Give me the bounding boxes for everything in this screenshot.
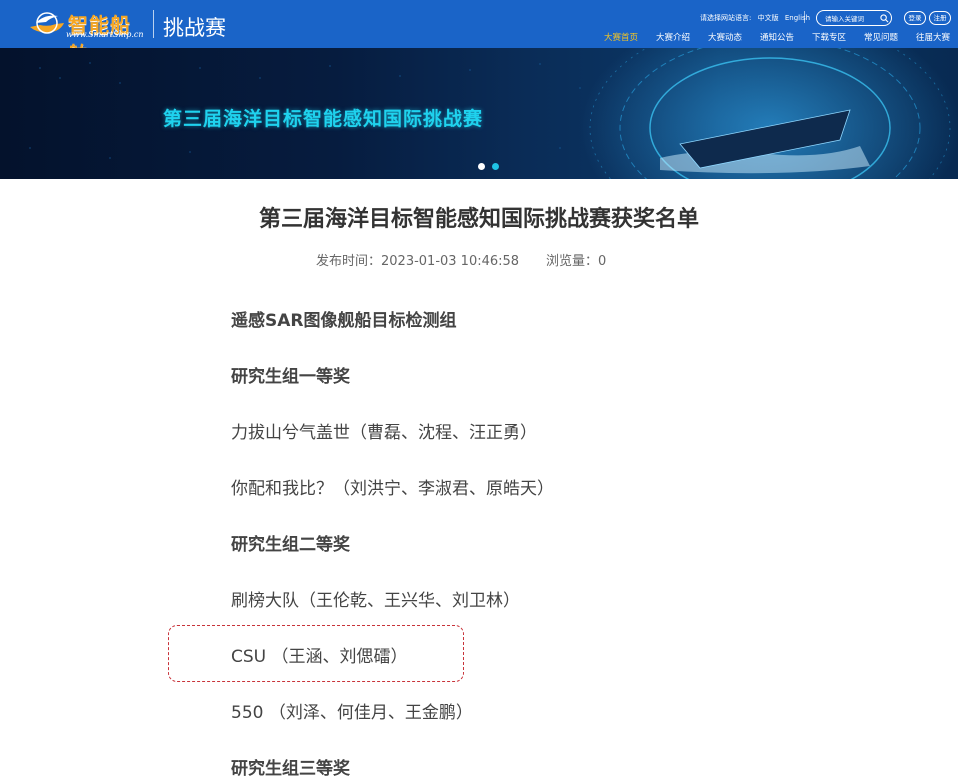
hero-banner[interactable]: 第三届海洋目标智能感知国际挑战赛 — [0, 48, 958, 179]
logo-divider — [153, 10, 154, 38]
winner-entry: 550 （刘泽、何佳月、王金鹏） — [231, 703, 473, 723]
highlight-annotation — [168, 625, 464, 682]
ship-logo-icon — [30, 12, 64, 34]
article-title: 第三届海洋目标智能感知国际挑战赛获奖名单 — [258, 207, 699, 232]
section-heading: 遥感SAR图像舰船目标检测组 — [231, 311, 457, 331]
nav-downloads[interactable]: 下载专区 — [812, 31, 846, 45]
register-button[interactable]: 注册 — [929, 11, 951, 25]
award-heading: 研究生组一等奖 — [231, 367, 350, 387]
search-box — [816, 10, 892, 26]
divider — [804, 11, 805, 23]
search-icon[interactable] — [880, 14, 889, 23]
view-count: 浏览量：0 — [546, 254, 607, 269]
nav-home[interactable]: 大赛首页 — [604, 31, 638, 45]
banner-title: 第三届海洋目标智能感知国际挑战赛 — [163, 108, 484, 130]
carousel-dot-1[interactable] — [478, 163, 485, 170]
login-button[interactable]: 登录 — [904, 11, 926, 25]
search-input[interactable] — [825, 13, 879, 24]
language-chinese-link[interactable]: 中文版 — [758, 14, 779, 22]
nav-notices[interactable]: 通知公告 — [760, 31, 794, 45]
site-name[interactable]: 挑战赛 — [163, 12, 226, 42]
winner-entry: 力拔山兮气盖世（曹磊、沈程、汪正勇） — [231, 423, 537, 443]
nav-about[interactable]: 大赛介绍 — [656, 31, 690, 45]
top-header: 智能船舶 www.SmartShip.cn 挑战赛 请选择网站语言: 中文版 E… — [0, 0, 958, 66]
language-english-link[interactable]: English — [785, 14, 810, 22]
nav-past-contests[interactable]: 往届大赛 — [916, 31, 950, 45]
language-selector: 请选择网站语言: 中文版 English — [700, 13, 814, 23]
winner-entry: 你配和我比？（刘洪宁、李淑君、原皓天） — [231, 479, 554, 499]
logo-english-text: www.SmartShip.cn — [66, 30, 144, 39]
publish-time: 发布时间：2023-01-03 10:46:58 — [316, 254, 520, 269]
award-heading: 研究生组三等奖 — [231, 759, 350, 779]
nav-news[interactable]: 大赛动态 — [708, 31, 742, 45]
nav-faq[interactable]: 常见问题 — [864, 31, 898, 45]
language-prompt: 请选择网站语言: — [700, 14, 752, 22]
carousel-dot-2[interactable] — [492, 163, 499, 170]
site-logo[interactable]: 智能船舶 www.SmartShip.cn — [28, 8, 144, 66]
award-heading: 研究生组二等奖 — [231, 535, 350, 555]
winner-entry: 刷榜大队（王伦乾、王兴华、刘卫林） — [231, 591, 520, 611]
